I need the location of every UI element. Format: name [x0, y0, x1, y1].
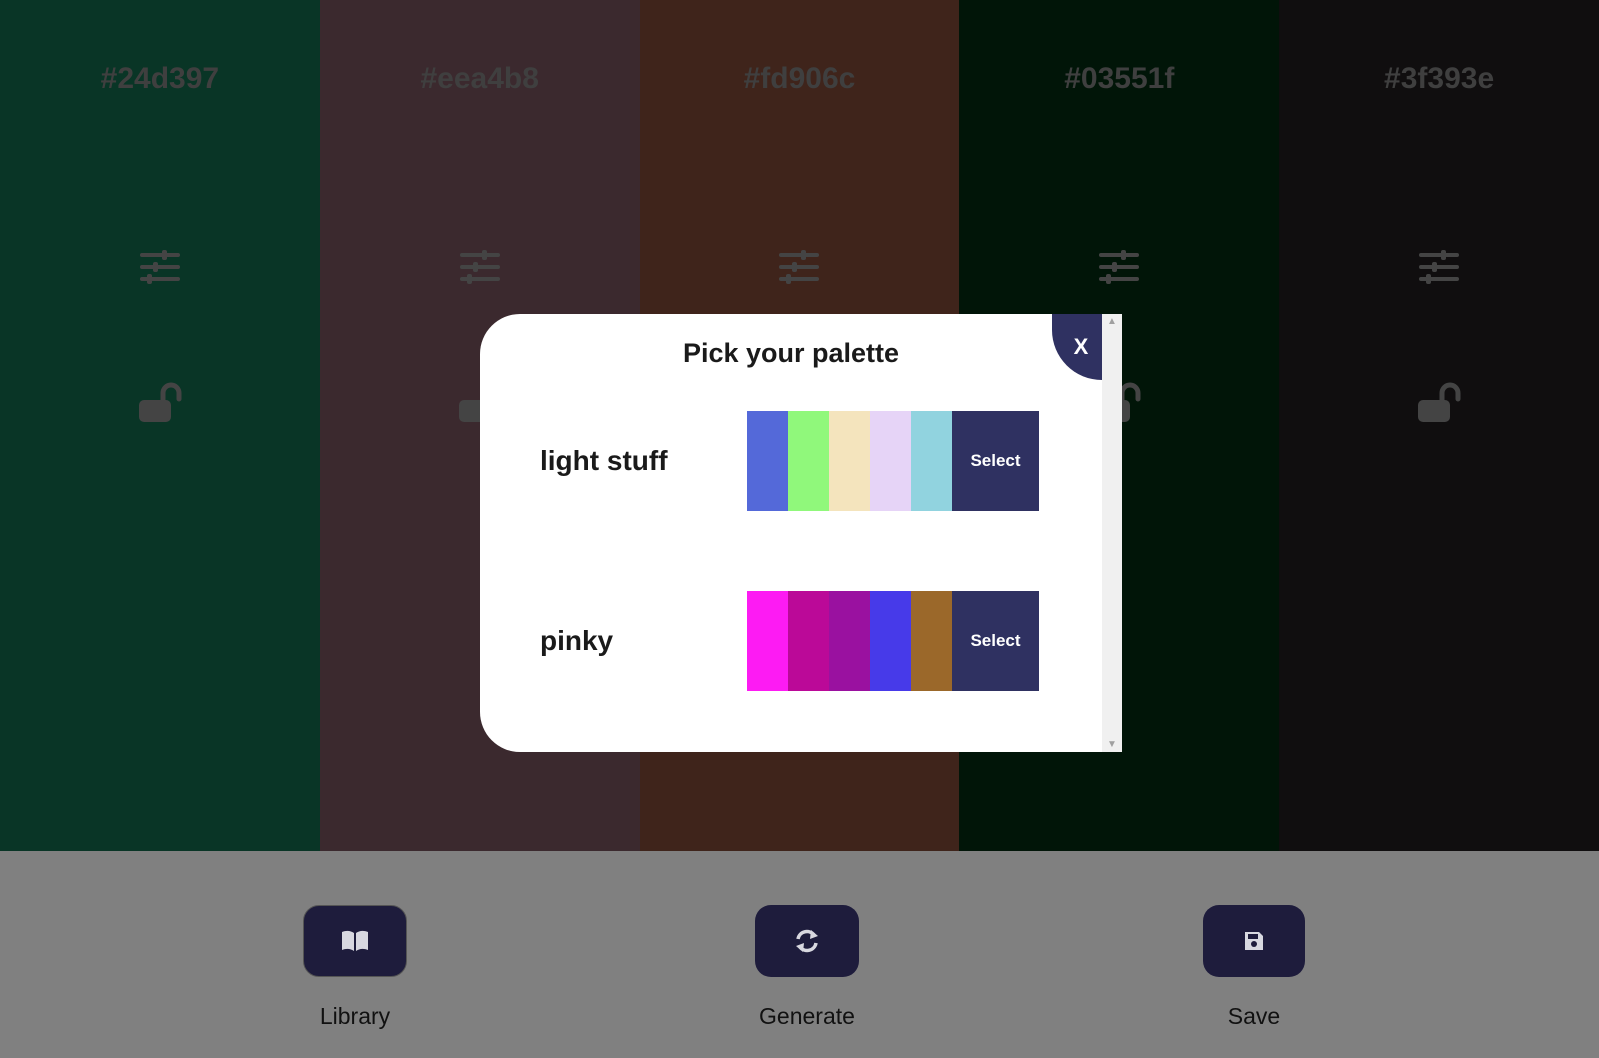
palette-swatch [788, 411, 829, 511]
save-icon [1245, 932, 1263, 950]
save-button[interactable] [1203, 905, 1305, 977]
library-button[interactable] [303, 905, 407, 977]
palette-swatch [788, 591, 829, 691]
generate-label: Generate [759, 1003, 855, 1029]
palette-name: pinky [540, 625, 614, 656]
palette-row: pinky Select [480, 591, 1102, 691]
palette-swatch [911, 411, 952, 511]
palette-swatch [829, 411, 870, 511]
palette-swatch [747, 591, 788, 691]
palette-swatches: Select [747, 591, 1039, 691]
palette-swatches: Select [747, 411, 1039, 511]
modal-title: Pick your palette [682, 338, 900, 368]
palette-row: light stuff Select [480, 411, 1102, 511]
scroll-up-icon[interactable]: ▲ [1102, 316, 1122, 327]
palette-swatch [911, 591, 952, 691]
select-palette-button[interactable]: Select [952, 591, 1039, 691]
palette-swatch [829, 591, 870, 691]
save-label: Save [1227, 1003, 1281, 1029]
bottom-panel: Library Generate Save [0, 851, 1599, 1058]
palette-library-modal: Pick your palette X light stuff Select p… [480, 314, 1122, 752]
palette-swatch [747, 411, 788, 511]
close-modal-button[interactable]: X [1052, 314, 1102, 380]
book-open-icon [342, 930, 368, 951]
palette-swatch [870, 411, 911, 511]
palette-name: light stuff [540, 445, 668, 476]
palette-swatch [870, 591, 911, 691]
sync-icon [796, 929, 818, 953]
scroll-down-icon[interactable]: ▼ [1102, 739, 1122, 750]
generate-button[interactable] [755, 905, 859, 977]
modal-scrollbar[interactable]: ▲ ▼ [1102, 314, 1122, 752]
select-palette-button[interactable]: Select [952, 411, 1039, 511]
library-label: Library [319, 1003, 391, 1029]
